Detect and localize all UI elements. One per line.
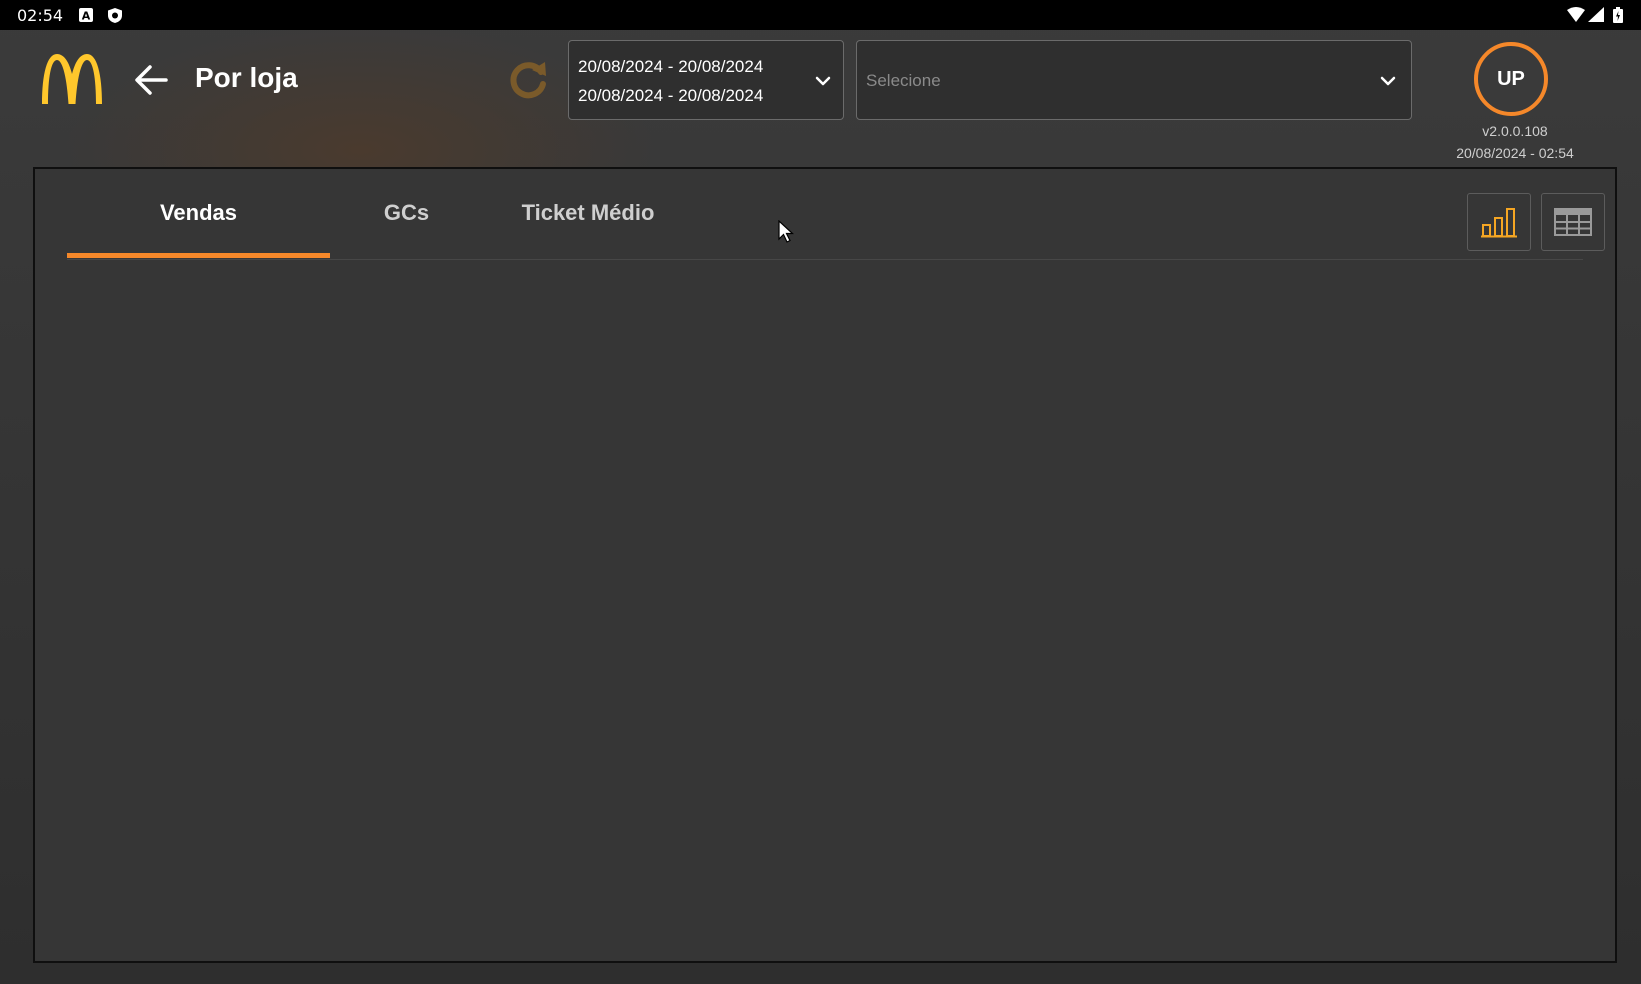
content-panel: Vendas GCs Ticket Médio <box>33 167 1617 963</box>
table-view-button[interactable] <box>1541 193 1605 251</box>
chevron-down-icon <box>1380 76 1396 86</box>
tab-label: GCs <box>383 200 430 225</box>
chart-view-button[interactable] <box>1467 193 1531 251</box>
arrow-left-icon <box>135 65 168 95</box>
status-bar: 02:54 A <box>0 0 1641 30</box>
back-button[interactable] <box>130 58 174 102</box>
wifi-icon <box>1567 7 1585 22</box>
status-time: 02:54 <box>17 6 64 25</box>
last-update-timestamp: 20/08/2024 - 02:54 <box>1456 145 1574 161</box>
refresh-icon <box>510 62 546 99</box>
table-icon <box>1554 208 1592 236</box>
chevron-down-icon <box>815 76 831 86</box>
tab-vendas[interactable]: Vendas <box>67 169 330 258</box>
tab-label: Ticket Médio <box>521 200 655 225</box>
tab-label: Vendas <box>159 200 238 225</box>
bar-chart-icon <box>1481 208 1517 238</box>
store-select-placeholder: Selecione <box>866 71 941 90</box>
mcdonalds-arches-logo <box>42 54 102 104</box>
page-title: Por loja <box>195 62 298 93</box>
app-screen: 02:54 A Por loja 20/08/2024 - 20/08/2024… <box>0 0 1641 984</box>
date-range-line-1: 20/08/2024 - 20/08/2024 <box>578 57 764 76</box>
app-header: Por loja 20/08/2024 - 20/08/2024 20/08/2… <box>0 30 1641 170</box>
app-version: v2.0.0.108 <box>1482 123 1548 139</box>
active-tab-indicator <box>67 253 330 258</box>
refresh-button[interactable] <box>503 56 553 106</box>
tab-gcs[interactable]: GCs <box>330 169 483 257</box>
date-range-line-2: 20/08/2024 - 20/08/2024 <box>578 86 764 105</box>
cell-signal-icon <box>1588 7 1604 22</box>
tab-ticket-medio[interactable]: Ticket Médio <box>483 169 693 257</box>
avatar-initials: UP <box>1497 67 1525 90</box>
shield-notification-icon <box>108 8 122 23</box>
svg-text:A: A <box>82 10 91 23</box>
battery-icon <box>1613 7 1623 23</box>
date-range-select[interactable]: 20/08/2024 - 20/08/2024 20/08/2024 - 20/… <box>568 40 844 120</box>
mouse-cursor-icon <box>778 220 794 243</box>
tab-bar: Vendas GCs Ticket Médio <box>67 169 1605 260</box>
a-notification-icon: A <box>79 8 93 23</box>
user-avatar[interactable]: UP <box>1474 42 1548 116</box>
store-select[interactable]: Selecione <box>856 40 1412 120</box>
